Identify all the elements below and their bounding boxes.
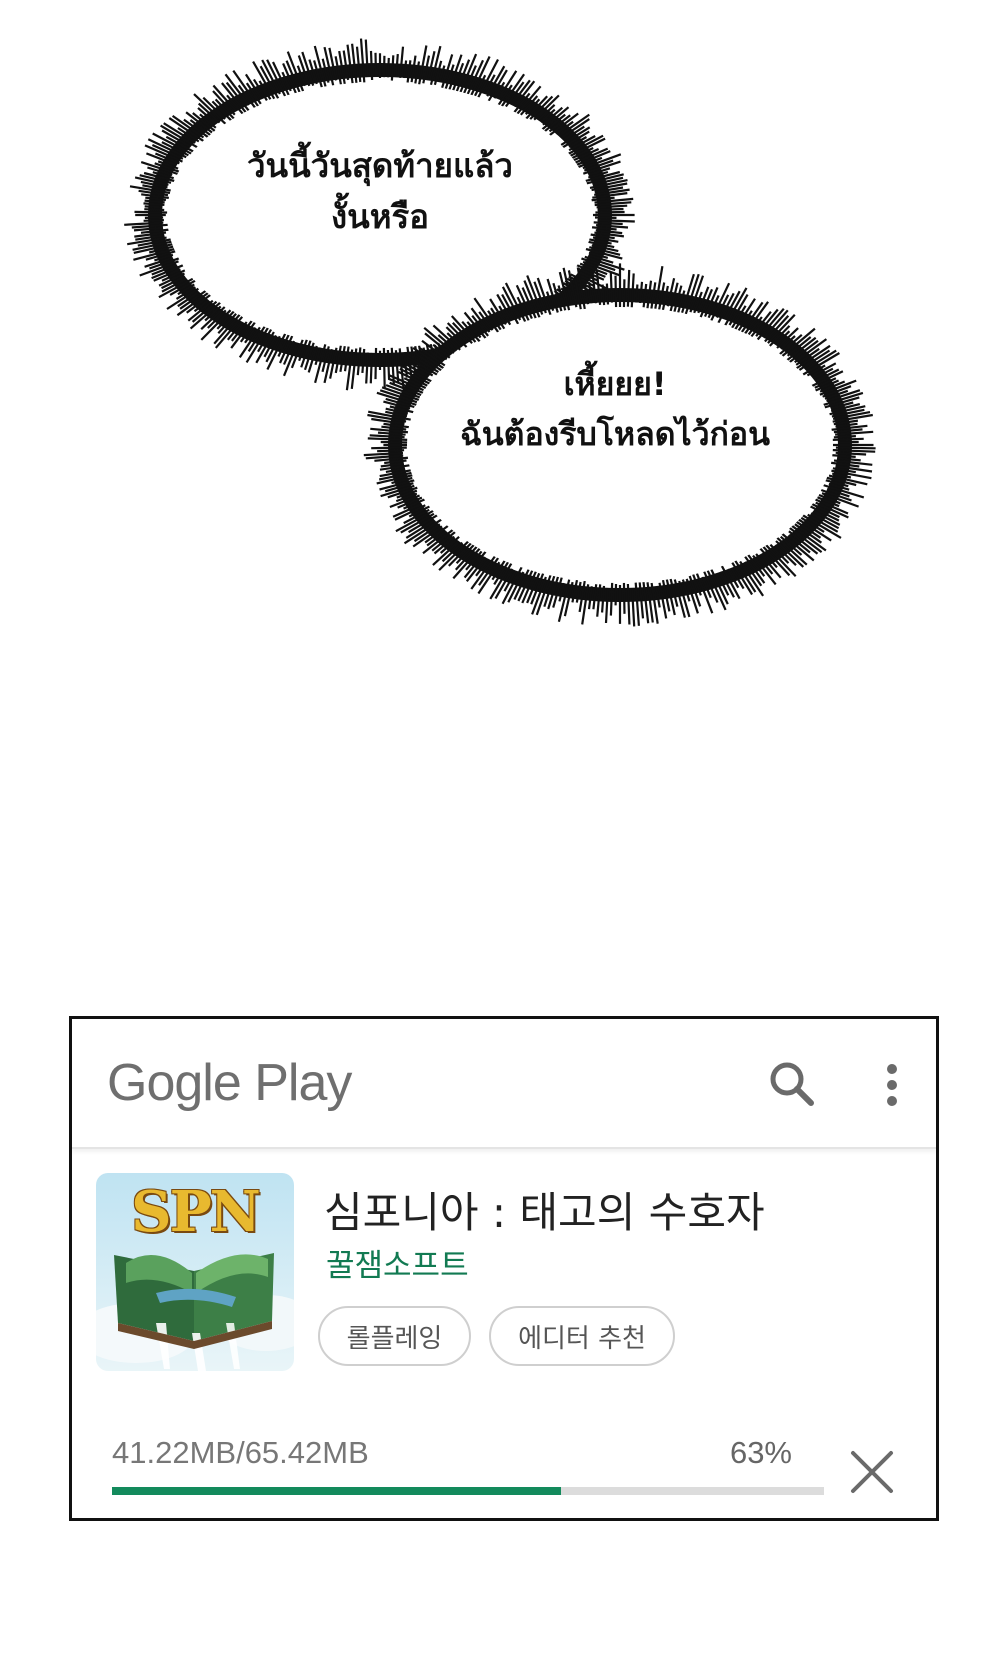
speech-bubbles-art	[124, 38, 876, 627]
app-icon[interactable]: SPN	[96, 1173, 294, 1371]
speech-bubble-2-line-1: เหี้ยยย!	[563, 365, 667, 403]
app-icon-label: SPN	[131, 1179, 261, 1245]
speech-bubble-1-line-1: วันนี้วันสุดท้ายแล้ว	[247, 146, 513, 185]
tag-chip-editors-choice[interactable]: 에디터 추천	[489, 1306, 675, 1366]
speech-bubble-1-text: วันนี้วันสุดท้ายแล้ว งั้นหรือ	[190, 140, 570, 242]
download-progress-fill	[112, 1487, 561, 1495]
close-icon	[851, 1451, 893, 1493]
speech-bubble-2-line-2: ฉันต้องรีบโหลดไว้ก่อน	[460, 414, 770, 453]
speech-bubble-2-text: เหี้ยยย! ฉันต้องรีบโหลดไว้ก่อน	[430, 360, 800, 459]
speech-bubble-1-line-2: งั้นหรือ	[331, 197, 429, 237]
cancel-download-button[interactable]	[847, 1447, 897, 1497]
download-percent: 63%	[729, 1435, 792, 1470]
app-developer-link[interactable]: 꿀잼소프트	[326, 1240, 469, 1285]
store-header: Gogle Play	[72, 1019, 936, 1149]
app-title[interactable]: 심포니아 : 태고의 수호자	[324, 1179, 765, 1240]
download-size: 41.22MB/65.42MB	[112, 1435, 369, 1470]
store-logo: Gogle Play	[107, 1054, 352, 1112]
more-vert-icon	[887, 1064, 897, 1106]
search-button[interactable]	[765, 1057, 821, 1113]
comic-panel: วันนี้วันสุดท้ายแล้ว งั้นหรือ เหี้ยยย! ฉ…	[0, 0, 1000, 640]
tag-chip-roleplaying[interactable]: 롤플레잉	[318, 1306, 471, 1366]
search-icon	[770, 1062, 814, 1106]
download-progress-bar	[112, 1487, 824, 1495]
play-store-card: Gogle Play SPN 심포니아: 태고의 수호자 꿀잼소프트 롤플레잉…	[69, 1016, 939, 1521]
more-options-button[interactable]	[872, 1057, 912, 1113]
